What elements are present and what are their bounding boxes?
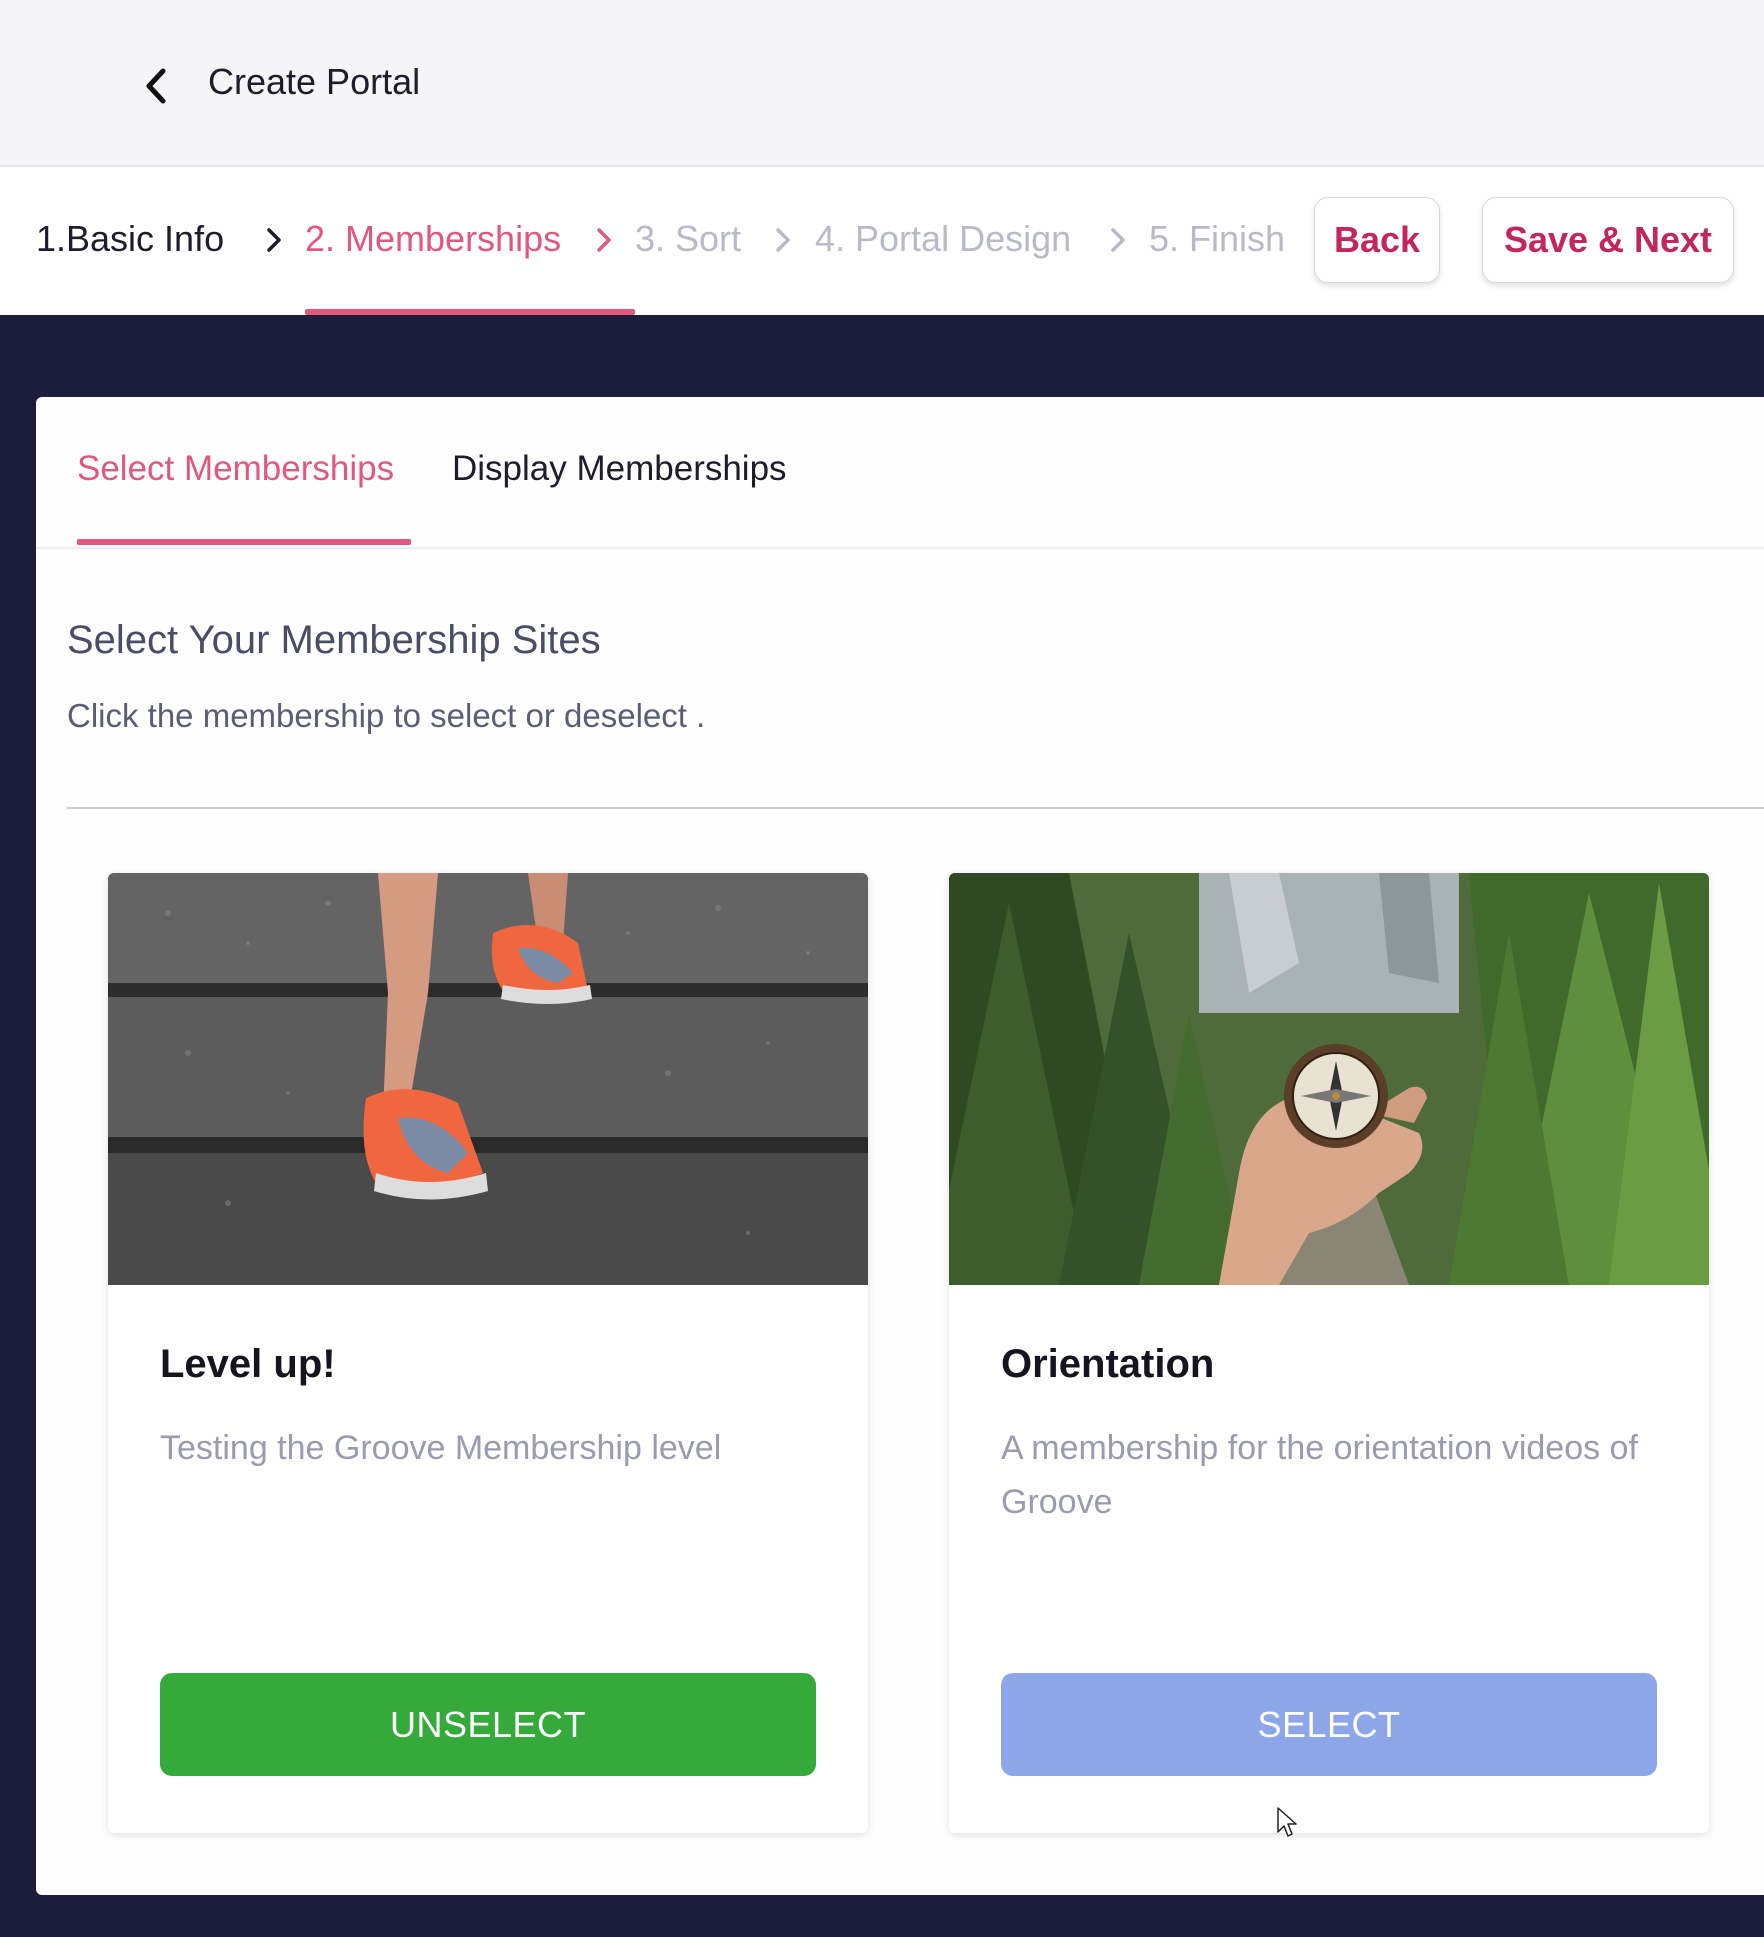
card-title: Level up! bbox=[160, 1342, 336, 1386]
page-title: Create Portal bbox=[208, 61, 421, 102]
compass-forest-photo bbox=[949, 873, 1709, 1285]
unselect-button[interactable]: UNSELECT bbox=[160, 1673, 816, 1776]
divider bbox=[67, 807, 1764, 809]
tab-select-memberships[interactable]: Select Memberships bbox=[77, 447, 394, 491]
step-finish[interactable]: 5. Finish bbox=[1149, 217, 1285, 261]
membership-card-level-up[interactable]: Level up! Testing the Groove Membership … bbox=[108, 873, 868, 1833]
step-portal-design[interactable]: 4. Portal Design bbox=[815, 217, 1071, 261]
card-description: A membership for the orientation videos … bbox=[1001, 1429, 1638, 1521]
back-button[interactable]: Back bbox=[1314, 197, 1440, 283]
memberships-panel: Select Memberships Display Memberships S… bbox=[36, 397, 1764, 1895]
section-subtitle: Click the membership to select or desele… bbox=[67, 697, 706, 734]
running-shoes-stairs-photo bbox=[108, 873, 868, 1285]
active-step-indicator bbox=[305, 309, 635, 315]
select-button[interactable]: SELECT bbox=[1001, 1673, 1657, 1776]
card-title: Orientation bbox=[1001, 1342, 1215, 1386]
card-description: Testing the Groove Membership level bbox=[160, 1429, 722, 1467]
active-tab-indicator bbox=[77, 539, 411, 545]
step-sort[interactable]: 3. Sort bbox=[635, 217, 741, 261]
top-bar: Create Portal bbox=[0, 0, 1764, 167]
tab-display-memberships[interactable]: Display Memberships bbox=[452, 447, 787, 491]
stepper-bar: 1.Basic Info 2. Memberships 3. Sort 4. P… bbox=[0, 167, 1764, 315]
membership-card-orientation[interactable]: Orientation A membership for the orienta… bbox=[949, 873, 1709, 1833]
mouse-cursor-icon bbox=[1276, 1806, 1298, 1843]
chevron-right-icon bbox=[592, 225, 616, 255]
back-arrow-icon[interactable] bbox=[138, 62, 174, 110]
chevron-right-icon bbox=[771, 225, 795, 255]
chevron-right-icon bbox=[1106, 225, 1130, 255]
save-next-button[interactable]: Save & Next bbox=[1482, 197, 1734, 283]
tab-bar: Select Memberships Display Memberships bbox=[36, 397, 1764, 549]
chevron-right-icon bbox=[262, 225, 286, 255]
section-title: Select Your Membership Sites bbox=[67, 618, 601, 662]
step-basic-info[interactable]: 1.Basic Info bbox=[36, 217, 224, 261]
step-memberships[interactable]: 2. Memberships bbox=[305, 217, 561, 261]
